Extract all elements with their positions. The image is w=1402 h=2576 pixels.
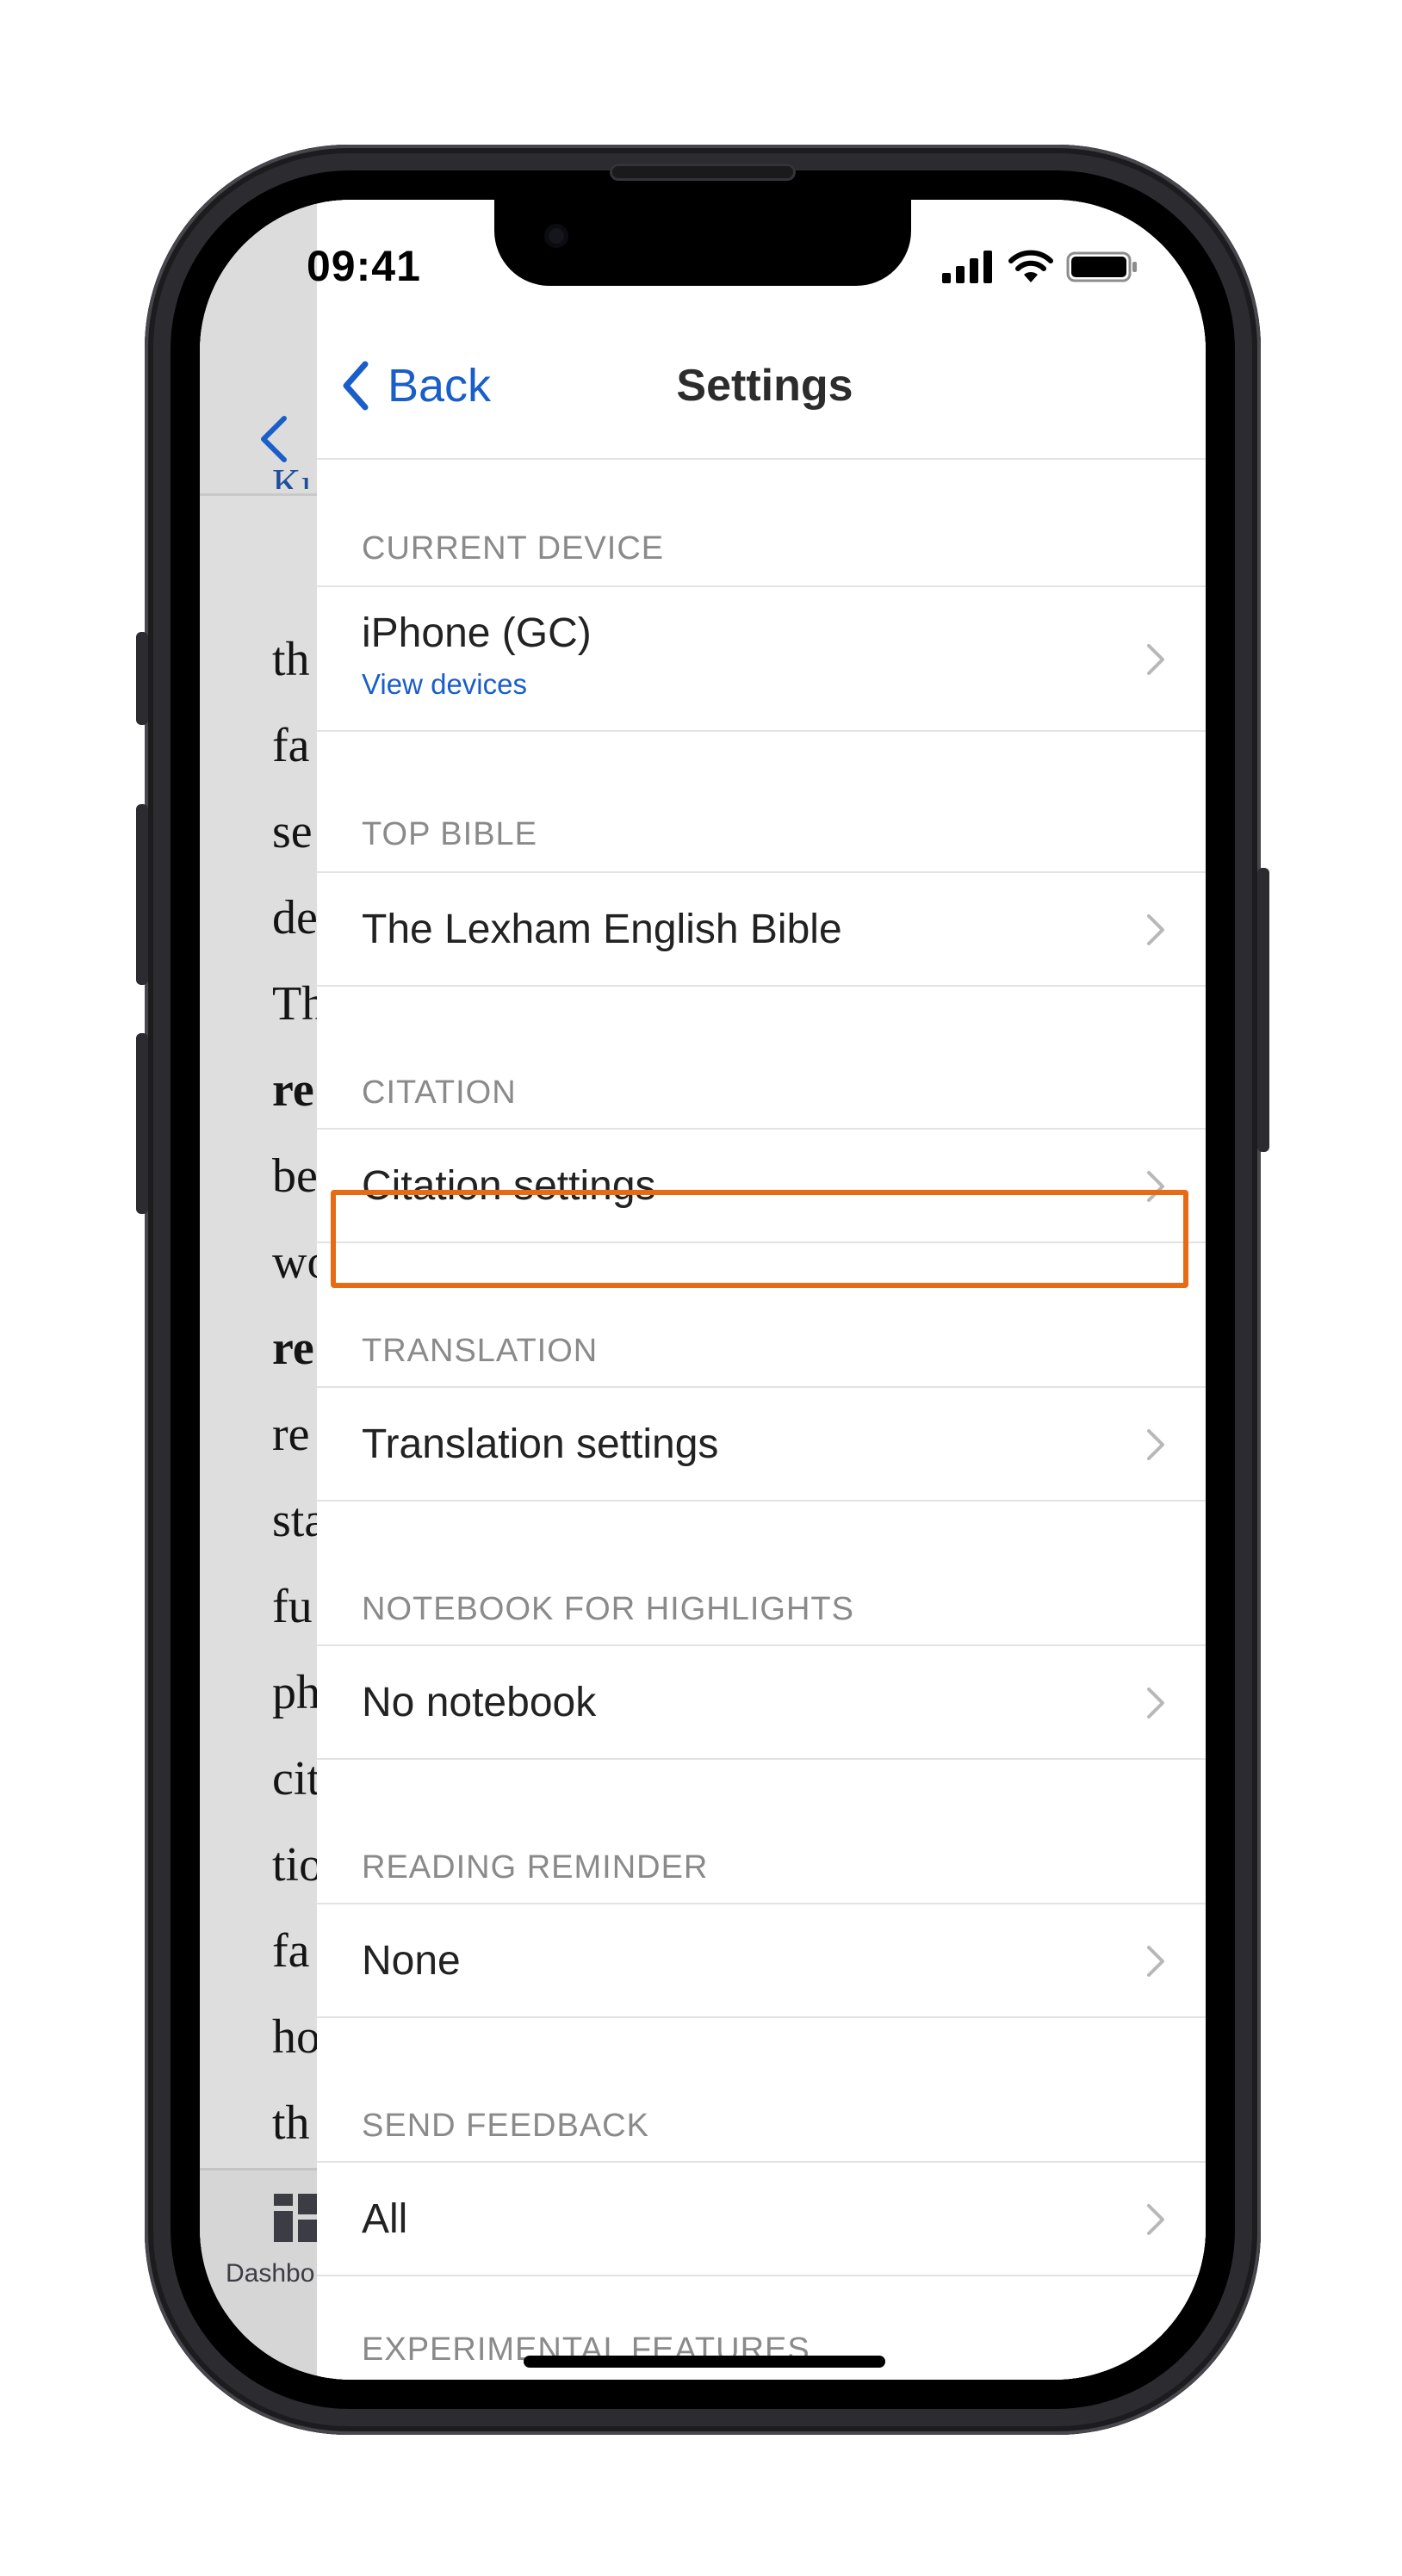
row-label-send-feedback: All: [362, 2196, 408, 2242]
background-title-fragment: Kı: [272, 463, 312, 489]
chevron-right-icon: [1147, 2204, 1164, 2235]
screen: Kı th fa se de Th re be wo re re sta fu ph cit tio fa ho…: [200, 200, 1206, 2380]
row-label-notebook: No notebook: [362, 1680, 597, 1725]
row-send-feedback[interactable]: All: [317, 2161, 1206, 2276]
section-header-send-feedback: SEND FEEDBACK: [362, 2108, 649, 2144]
row-label-top-bible: The Lexham English Bible: [362, 907, 842, 952]
settings-panel: Back Settings CURRENT DEVICE iPhone (GC)…: [317, 200, 1206, 2380]
row-top-bible[interactable]: The Lexham English Bible: [317, 871, 1206, 987]
section-header-translation: TRANSLATION: [362, 1333, 599, 1369]
page-title: Settings: [676, 361, 853, 411]
row-citation-settings[interactable]: Citation settings: [317, 1128, 1206, 1243]
section-header-top-bible: TOP BIBLE: [362, 816, 538, 852]
dashboard-tab-label: Dashbo: [226, 2259, 315, 2288]
row-label-citation: Citation settings: [362, 1163, 656, 1209]
section-header-notebook: NOTEBOOK FOR HIGHLIGHTS: [362, 1591, 854, 1627]
chevron-right-icon: [1147, 1687, 1164, 1718]
volume-down-button: [136, 1033, 148, 1214]
silent-switch: [136, 632, 148, 725]
front-camera: [544, 224, 568, 248]
section-header-reading-reminder: READING REMINDER: [362, 1849, 709, 1886]
nav-divider: [317, 458, 1206, 460]
background-back-chevron-icon: [261, 416, 287, 462]
status-time: 09:41: [307, 242, 421, 290]
wifi-icon: [1008, 250, 1053, 282]
cellular-signal-icon: [942, 251, 992, 283]
row-reading-reminder[interactable]: None: [317, 1903, 1206, 2018]
row-label-reading-reminder: None: [362, 1938, 461, 1984]
row-label-translation: Translation settings: [362, 1421, 719, 1467]
view-devices-link[interactable]: View devices: [362, 668, 527, 701]
row-notebook[interactable]: No notebook: [317, 1644, 1206, 1760]
status-icons: [942, 250, 1138, 284]
chevron-right-icon: [1147, 1429, 1164, 1460]
power-button: [1257, 868, 1269, 1152]
section-header-current-device: CURRENT DEVICE: [362, 530, 665, 567]
earpiece-speaker: [610, 164, 796, 181]
volume-up-button: [136, 804, 148, 985]
row-translation-settings[interactable]: Translation settings: [317, 1386, 1206, 1502]
battery-icon: [1066, 251, 1137, 282]
row-current-device[interactable]: iPhone (GC) View devices: [317, 585, 1206, 732]
chevron-right-icon: [1147, 914, 1164, 945]
dashboard-icon: [274, 2194, 322, 2242]
home-indicator[interactable]: [524, 2356, 885, 2368]
chevron-right-icon: [1147, 644, 1164, 675]
chevron-right-icon: [1147, 1946, 1164, 1977]
chevron-right-icon: [1147, 1171, 1164, 1202]
section-header-citation: CITATION: [362, 1074, 517, 1111]
row-label-current-device: iPhone (GC): [362, 610, 592, 656]
